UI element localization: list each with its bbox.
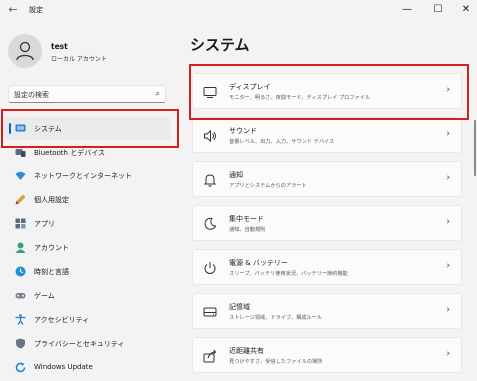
accessibility-icon [15, 314, 26, 325]
search-input[interactable] [14, 89, 144, 100]
sidebar-item-time-language[interactable]: 時刻と言語 [2, 260, 170, 283]
focus-icon [204, 217, 217, 230]
card-subtitle: 音量レベル、出力、入力、サウンド デバイス [229, 139, 335, 145]
sidebar-item-label: アクセシビリティ [34, 316, 90, 324]
sidebar-item-label: 時刻と言語 [34, 268, 69, 276]
accounts-icon [15, 242, 26, 253]
sound-icon [204, 129, 216, 143]
card-sound[interactable]: サウンド 音量レベル、出力、入力、サウンド デバイス › [192, 117, 462, 153]
sidebar-item-personalization[interactable]: 個人用設定 [2, 188, 170, 211]
minimize-button[interactable]: — [391, 0, 423, 20]
sidebar-item-label: アプリ [34, 220, 55, 228]
card-subtitle: 見つけやすさ、受信したファイルの場所 [229, 359, 323, 365]
network-icon [15, 171, 26, 180]
gaming-icon [15, 293, 26, 299]
sidebar-item-accounts[interactable]: アカウント [2, 236, 170, 259]
search-box[interactable]: ⌕ [8, 85, 166, 103]
notifications-icon [203, 174, 217, 187]
card-focus[interactable]: 集中モード 通知、自動規則 › [192, 205, 462, 241]
page-title: システム [190, 36, 250, 54]
profile-name: test [51, 42, 68, 51]
card-title: サウンド [229, 127, 257, 135]
sidebar-item-apps[interactable]: アプリ [2, 212, 170, 235]
chevron-right-icon: › [446, 305, 450, 315]
time-language-icon [15, 266, 26, 277]
card-power[interactable]: 電源 & バッテリー スリープ、バッテリ使用状況、バッテリー節約機能 › [192, 249, 462, 285]
highlight-box-display [189, 64, 469, 120]
card-title: 近距離共有 [229, 347, 264, 355]
search-icon[interactable]: ⌕ [156, 89, 160, 99]
card-subtitle: スリープ、バッテリ使用状況、バッテリー節約機能 [229, 271, 348, 277]
nearby-sharing-icon [203, 349, 217, 363]
card-subtitle: ストレージ領域、ドライブ、構成ルール [229, 315, 323, 321]
sidebar-item-network[interactable]: ネットワークとインターネット [2, 164, 170, 187]
sidebar-item-label: アカウント [34, 244, 69, 252]
windows-update-icon [15, 362, 26, 373]
storage-icon [203, 307, 217, 317]
chevron-right-icon: › [446, 217, 450, 227]
scrollbar-thumb[interactable] [474, 120, 476, 176]
chevron-right-icon: › [446, 173, 450, 183]
sidebar-item-label: Bluetooth とデバイス [34, 149, 105, 157]
window-title: 設定 [29, 6, 43, 14]
card-notifications[interactable]: 通知 アプリとシステムからのアラート › [192, 161, 462, 197]
sidebar-item-label: ゲーム [34, 292, 55, 300]
card-title: 記憶域 [229, 303, 250, 311]
profile-account-type: ローカル アカウント [51, 56, 107, 63]
power-icon [204, 262, 216, 274]
card-subtitle: 通知、自動規則 [229, 227, 266, 233]
personalization-icon [15, 194, 26, 205]
user-icon [16, 41, 34, 61]
bluetooth-icon [15, 149, 26, 157]
sidebar-item-privacy[interactable]: プライバシーとセキュリティ [2, 332, 170, 355]
card-title: 集中モード [229, 215, 264, 223]
privacy-icon [16, 338, 25, 349]
sidebar-item-windows-update[interactable]: Windows Update [2, 356, 170, 379]
title-bar: ← 設定 — ☐ ✕ [0, 0, 477, 22]
card-nearby-sharing[interactable]: 近距離共有 見つけやすさ、受信したファイルの場所 › [192, 337, 462, 373]
highlight-box-system [1, 109, 179, 148]
close-button[interactable]: ✕ [450, 0, 477, 20]
sidebar-item-accessibility[interactable]: アクセシビリティ [2, 308, 170, 331]
avatar[interactable] [8, 34, 42, 68]
sidebar-item-label: 個人用設定 [34, 196, 69, 204]
sidebar-item-label: プライバシーとセキュリティ [34, 340, 125, 348]
sidebar-item-label: ネットワークとインターネット [34, 172, 132, 180]
card-subtitle: アプリとシステムからのアラート [229, 183, 307, 189]
apps-icon [15, 218, 26, 229]
card-storage[interactable]: 記憶域 ストレージ領域、ドライブ、構成ルール › [192, 293, 462, 329]
card-title: 電源 & バッテリー [229, 259, 288, 267]
sidebar-item-gaming[interactable]: ゲーム [2, 284, 170, 307]
chevron-right-icon: › [446, 129, 450, 139]
card-title: 通知 [229, 171, 243, 179]
chevron-right-icon: › [446, 349, 450, 359]
back-button[interactable]: ← [6, 3, 20, 17]
sidebar-item-label: Windows Update [34, 363, 93, 371]
chevron-right-icon: › [446, 261, 450, 271]
